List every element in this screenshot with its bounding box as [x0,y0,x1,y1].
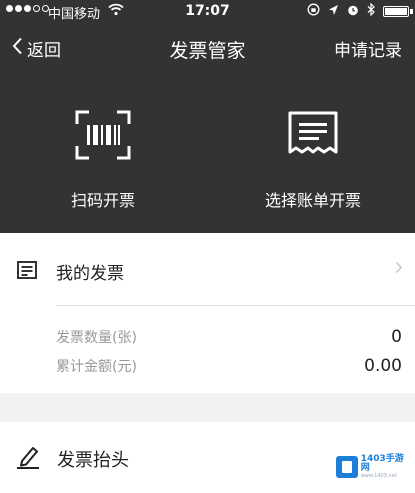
battery-icon [383,6,409,17]
select-bill-invoice-button[interactable]: 选择账单开票 [213,110,413,211]
scan-invoice-button[interactable]: 扫码开票 [3,110,203,211]
alarm-icon [347,4,359,20]
select-bill-invoice-label: 选择账单开票 [264,191,361,210]
chevron-right-icon [395,259,403,278]
pen-icon [16,444,40,474]
location-icon [328,4,339,20]
receipt-icon [287,110,339,170]
my-invoices-label: 我的发票 [56,264,124,284]
barcode-scan-icon [75,110,131,170]
total-amount-value: 0.00 [364,356,402,376]
watermark-subtext: www.1403.net [360,473,397,479]
invoice-count-value: 0 [391,327,402,347]
invoice-count-label: 发票数量(张) [56,330,137,346]
watermark-logo: 1403手游网 www.1403.net [334,452,412,482]
my-invoices-row[interactable]: 我的发票 [0,233,415,305]
application-records-button[interactable]: 申请记录 [334,36,402,61]
status-bar: 中国移动 17:07 [0,0,415,22]
scan-invoice-label: 扫码开票 [70,191,135,210]
total-amount-label: 累计金额(元) [56,359,137,375]
invoice-header-label: 发票抬头 [57,450,129,471]
bluetooth-icon [367,2,375,20]
rotation-lock-icon [307,3,320,20]
invoice-list-icon [17,261,37,283]
my-invoices-card: 我的发票 发票数量(张) 0 累计金额(元) 0.00 [0,233,415,393]
header-panel: 中国移动 17:07 返回 发票管家 申请记录 扫码开票 选择账单开票 [0,0,415,233]
watermark-icon [336,456,358,478]
watermark-text: 1403手游网 [360,454,404,473]
navigation-bar: 返回 发票管家 申请记录 [0,28,415,68]
divider [56,305,415,306]
